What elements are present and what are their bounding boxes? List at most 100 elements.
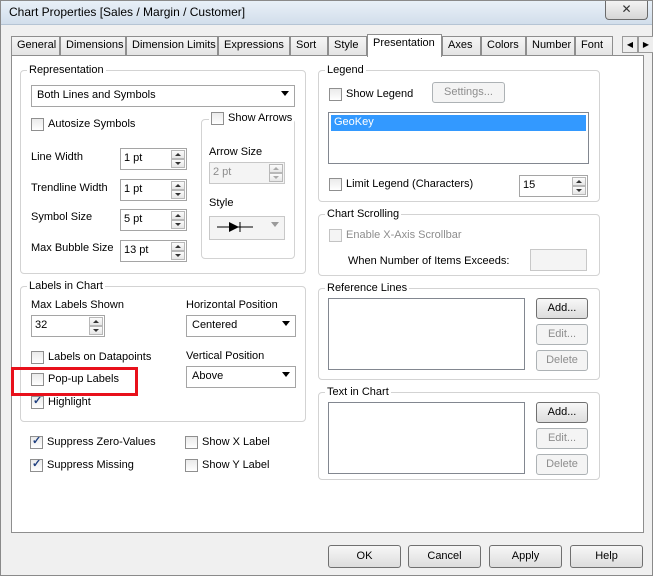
chart-properties-dialog: Chart Properties [Sales / Margin / Custo… [0,0,653,576]
max-bubble-size-value: 13 pt [124,244,149,256]
tab-font[interactable]: Font [575,36,613,55]
legend-group: Legend Show Legend Settings... GeoKey Li… [318,64,600,202]
reference-lines-edit-button[interactable]: Edit... [536,324,588,345]
enable-x-axis-scrollbar-checkbox[interactable]: Enable X-Axis Scrollbar [329,229,462,243]
suppress-missing-label: Suppress Missing [47,459,134,471]
arrow-size-label: Arrow Size [209,146,263,158]
items-exceed-input[interactable] [530,249,587,271]
limit-legend-value: 15 [523,179,536,191]
stepper-up-icon[interactable] [269,164,283,173]
line-width-value: 1 pt [124,152,143,164]
show-y-label-checkbox[interactable]: Show Y Label [185,459,269,473]
limit-legend-checkbox[interactable]: Limit Legend (Characters) [329,178,473,192]
show-legend-checkbox[interactable]: Show Legend [329,88,413,102]
labels-in-chart-title: Labels in Chart [27,280,105,292]
popup-labels-highlight-annotation [11,367,138,396]
tab-axes[interactable]: Axes [442,36,481,55]
legend-settings-button[interactable]: Settings... [432,82,505,103]
horizontal-position-label: Horizontal Position [186,299,278,311]
tab-scroll-arrows: ◀ ▶ [622,36,653,53]
autosize-symbols-label: Autosize Symbols [48,118,136,130]
chevron-down-icon [281,91,289,96]
limit-legend-label: Limit Legend (Characters) [346,178,474,190]
reference-lines-title: Reference Lines [325,282,410,294]
legend-fields-list[interactable]: GeoKey [328,112,589,164]
vertical-position-select[interactable]: Above [186,366,296,388]
apply-button[interactable]: Apply [489,545,562,568]
vertical-position-label: Vertical Position [186,350,265,362]
ok-button[interactable]: OK [328,545,401,568]
tab-expressions[interactable]: Expressions [218,36,290,55]
tab-dimension-limits[interactable]: Dimension Limits [126,36,218,55]
stepper-up-icon[interactable] [171,242,185,251]
representation-mode-select[interactable]: Both Lines and Symbols [31,85,295,107]
labels-on-datapoints-checkbox[interactable]: Labels on Datapoints [31,351,151,365]
tab-number[interactable]: Number [526,36,575,55]
stepper-down-icon[interactable] [171,159,185,168]
text-in-chart-add-button[interactable]: Add... [536,402,588,423]
stepper-up-icon[interactable] [572,177,586,186]
stepper-down-icon[interactable] [171,220,185,229]
symbol-size-stepper[interactable]: 5 pt [120,209,187,231]
line-width-label: Line Width [31,151,83,163]
max-bubble-size-stepper[interactable]: 13 pt [120,240,187,262]
tab-strip: General Dimensions Dimension Limits Expr… [11,34,653,57]
suppress-missing-checkbox[interactable]: Suppress Missing [30,458,134,473]
reference-lines-list[interactable] [328,298,525,370]
arrow-size-value: 2 pt [213,166,232,178]
tab-colors[interactable]: Colors [481,36,526,55]
reference-lines-add-button[interactable]: Add... [536,298,588,319]
presentation-panel: Representation Both Lines and Symbols Au… [11,55,644,533]
text-in-chart-delete-button[interactable]: Delete [536,454,588,475]
chevron-down-icon [282,321,290,326]
checkbox-box [329,178,342,191]
symbol-size-label: Symbol Size [31,211,93,223]
limit-legend-stepper[interactable]: 15 [519,175,588,197]
chart-scrolling-title: Chart Scrolling [325,208,402,220]
tab-presentation[interactable]: Presentation [367,34,442,57]
reference-lines-group: Reference Lines Add... Edit... Delete [318,282,600,380]
tab-scroll-right-icon[interactable]: ▶ [638,36,653,53]
checkbox-box [185,459,198,472]
tab-scroll-left-icon[interactable]: ◀ [622,36,638,53]
tab-style[interactable]: Style [328,36,367,55]
autosize-symbols-checkbox[interactable]: Autosize Symbols [31,118,135,132]
stepper-up-icon[interactable] [171,150,185,159]
stepper-up-icon[interactable] [89,317,103,326]
text-in-chart-edit-button[interactable]: Edit... [536,428,588,449]
window-title: Chart Properties [Sales / Margin / Custo… [9,5,246,19]
representation-mode-value: Both Lines and Symbols [37,89,156,101]
checkbox-box [329,229,342,242]
help-button[interactable]: Help [570,545,643,568]
stepper-up-icon[interactable] [171,181,185,190]
max-labels-label: Max Labels Shown [31,299,124,311]
cancel-button[interactable]: Cancel [408,545,481,568]
horizontal-position-select[interactable]: Centered [186,315,296,337]
tab-general[interactable]: General [11,36,60,55]
list-item[interactable]: GeoKey [331,115,586,131]
line-width-stepper[interactable]: 1 pt [120,148,187,170]
when-items-exceed-label: When Number of Items Exceeds: [348,255,510,267]
close-button[interactable]: ✕ [605,1,648,20]
checkbox-box [329,88,342,101]
suppress-zero-values-checkbox[interactable]: Suppress Zero-Values [30,435,156,450]
max-labels-stepper[interactable]: 32 [31,315,105,337]
stepper-down-icon[interactable] [572,186,586,195]
stepper-down-icon[interactable] [171,251,185,260]
trendline-width-stepper[interactable]: 1 pt [120,179,187,201]
trendline-width-value: 1 pt [124,183,143,195]
stepper-down-icon[interactable] [89,326,103,335]
reference-lines-delete-button[interactable]: Delete [536,350,588,371]
tab-dimensions[interactable]: Dimensions [60,36,126,55]
text-in-chart-list[interactable] [328,402,525,474]
show-x-label-checkbox[interactable]: Show X Label [185,436,270,450]
arrow-style-select[interactable] [209,216,285,240]
stepper-up-icon[interactable] [171,211,185,220]
max-labels-value: 32 [35,319,48,331]
tab-sort[interactable]: Sort [290,36,328,55]
stepper-down-icon[interactable] [171,190,185,199]
stepper-down-icon[interactable] [269,173,283,182]
show-arrows-checkbox[interactable]: Show Arrows [209,112,295,126]
highlight-checkbox[interactable]: Highlight [31,395,91,410]
arrow-size-stepper[interactable]: 2 pt [209,162,285,184]
